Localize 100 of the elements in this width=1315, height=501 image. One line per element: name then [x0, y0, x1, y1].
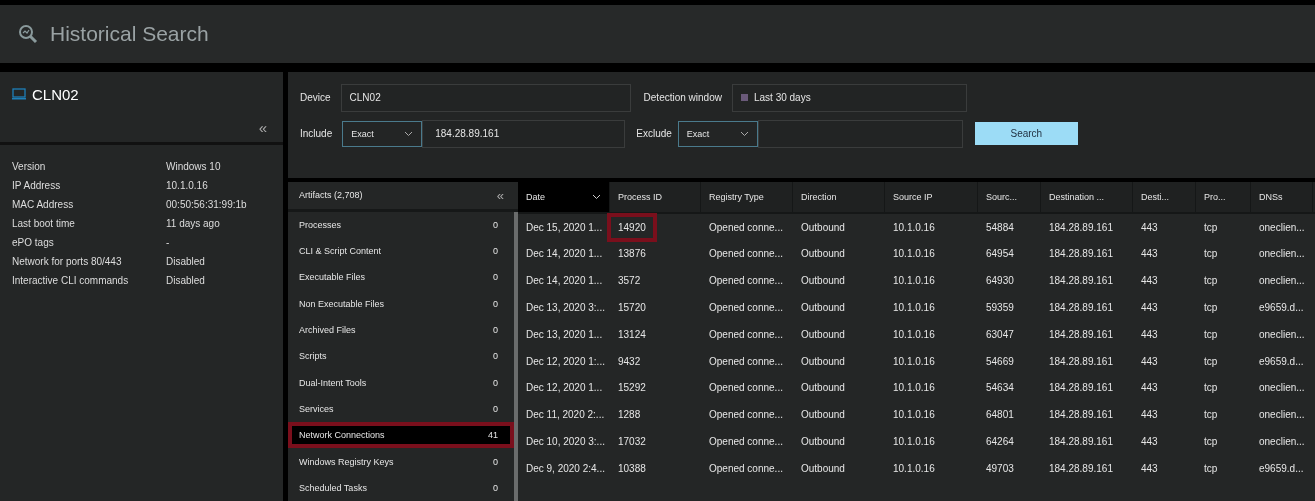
property-value: Disabled [166, 274, 206, 286]
property-value: 11 days ago [166, 217, 221, 229]
table-cell-text: Opened conne... [708, 327, 784, 342]
collapse-button[interactable]: « [258, 118, 267, 136]
table-cell-text: 184.28.89.161 [1048, 247, 1114, 262]
chevron-icon [404, 130, 414, 137]
table-cell-text: 63047 [985, 327, 1015, 342]
column-header[interactable]: Desti... [1133, 181, 1196, 212]
table-cell-text: 10.1.0.16 [892, 247, 936, 262]
table-cell-text: 54669 [985, 354, 1015, 369]
table-cell-text: oneclien... [1258, 247, 1306, 262]
table-cell-text: oneclien... [1258, 220, 1306, 235]
table-cell-text: tcp [1203, 354, 1219, 369]
laptop-icon [12, 88, 26, 101]
column-header[interactable]: Direction [793, 181, 885, 212]
table-cell-text: 64264 [985, 435, 1015, 449]
table-cell-text: Opened conne... [708, 435, 784, 449]
field-label: Include [300, 128, 333, 140]
column-header[interactable]: DNSs [1251, 181, 1313, 212]
table-cell-text: Opened conne... [708, 247, 784, 262]
table-cell-text: Opened conne... [708, 274, 784, 289]
artifact-item[interactable]: Executable Files 0 [288, 264, 514, 291]
artifact-item[interactable]: Windows Registry Keys 0 [288, 448, 514, 475]
table-cell-text: tcp [1203, 461, 1219, 476]
property-value: 00:50:56:31:99:1b [166, 198, 248, 210]
table-cell-text: 184.28.89.161 [1048, 301, 1114, 315]
table-cell-text: 9432 [617, 354, 642, 369]
property-label: Last boot time [12, 217, 76, 229]
table-cell-text: 10.1.0.16 [892, 301, 936, 315]
collapse-button[interactable]: « [496, 187, 504, 203]
table-cell-text: Opened conne... [708, 220, 784, 235]
table-cell-text: oneclien... [1258, 327, 1306, 342]
table-cell-text: Outbound [800, 327, 846, 342]
table-cell-text: Dec 15, 2020 1... [525, 220, 604, 235]
table-cell-text: tcp [1203, 301, 1219, 315]
column-header[interactable]: Source IP [885, 181, 978, 212]
table-cell-text: tcp [1203, 408, 1219, 423]
field-label: Detection window [643, 92, 722, 104]
table-cell-text: 184.28.89.161 [1048, 274, 1114, 289]
table-cell-text: e9659.d... [1258, 301, 1305, 315]
include-field[interactable]: 184.28.89.161 [422, 119, 626, 148]
table-cell-text: 10.1.0.16 [892, 435, 936, 449]
chevron-icon [739, 130, 749, 137]
table-cell-text: Opened conne... [708, 354, 784, 369]
match-dropdown[interactable]: Exact [342, 120, 423, 147]
artifact-item[interactable]: Processes 0 [288, 211, 514, 239]
artifact-item[interactable]: Network Connections 41 [288, 422, 514, 449]
column-header[interactable]: Date [518, 181, 610, 212]
table-cell-text: Dec 12, 2020 1:... [525, 354, 606, 369]
table-cell-text: 10.1.0.16 [892, 461, 936, 476]
search-button[interactable]: Search [974, 122, 1078, 146]
table-cell-text: 184.28.89.161 [1048, 354, 1114, 369]
table-cell-text: Dec 13, 2020 3:... [525, 301, 606, 315]
column-header[interactable]: Destination ... [1041, 181, 1133, 212]
artifact-item[interactable]: CLI & Script Content 0 [288, 238, 514, 265]
artifact-item[interactable]: Scripts 0 [288, 343, 514, 370]
date-range-field[interactable]: Last 30 days [731, 83, 967, 112]
table-cell-text: tcp [1203, 247, 1219, 262]
table-cell-text: 10.1.0.16 [892, 408, 936, 423]
device-field[interactable]: CLN02 [340, 83, 631, 112]
table-cell-text: 10.1.0.16 [892, 220, 936, 235]
table-cell-text: Dec 12, 2020 1... [525, 381, 604, 396]
table-cell-text: Dec 14, 2020 1... [525, 247, 604, 262]
table-cell-text: 64801 [985, 408, 1015, 423]
table-cell-text: Dec 10, 2020 3:... [525, 435, 606, 449]
table-cell-text: 15720 [617, 301, 647, 315]
artifact-item[interactable]: Dual-Intent Tools 0 [288, 369, 514, 396]
property-label: IP Address [12, 179, 62, 191]
table-cell-text: 184.28.89.161 [1048, 327, 1114, 342]
artifact-item[interactable]: Scheduled Tasks 0 [288, 474, 514, 501]
table-cell-text: Outbound [800, 274, 846, 289]
property-label: Version [12, 160, 47, 172]
table-cell-text: 10.1.0.16 [892, 381, 936, 396]
table-cell-text: Outbound [800, 247, 846, 262]
table-cell-text: 64930 [985, 274, 1015, 289]
artifact-item[interactable]: Non Executable Files 0 [288, 290, 514, 317]
table-cell-text: oneclien... [1258, 435, 1306, 449]
property-label: Network for ports 80/443 [12, 255, 123, 267]
table-cell-text: Dec 9, 2020 2:4... [525, 461, 606, 476]
table-cell-text: 64954 [985, 247, 1015, 262]
table-cell-text: e9659.d... [1258, 354, 1305, 369]
property-value: - [166, 236, 171, 248]
table-cell-text: 443 [1140, 354, 1159, 369]
table-cell-text: Opened conne... [708, 408, 784, 423]
property-label: ePO tags [12, 236, 55, 248]
match-dropdown[interactable]: Exact [677, 120, 758, 147]
table-cell-text: Outbound [800, 381, 846, 396]
column-header[interactable]: Registry Type [701, 181, 793, 212]
table-cell-text: 17032 [617, 435, 647, 449]
column-header[interactable]: Sourc... [978, 181, 1041, 212]
table-cell-text: 10.1.0.16 [892, 274, 936, 289]
column-header[interactable]: Pro... [1196, 181, 1251, 212]
column-header[interactable]: Process ID [610, 181, 701, 212]
table-cell-text: 184.28.89.161 [1048, 408, 1114, 423]
artifact-item[interactable]: Services 0 [288, 395, 514, 423]
artifact-item[interactable]: Archived Files 0 [288, 316, 514, 344]
table-cell-text: 184.28.89.161 [1048, 381, 1114, 396]
table-cell-text: 443 [1140, 461, 1159, 476]
exclude-field[interactable] [757, 119, 963, 148]
table-cell-text: 443 [1140, 301, 1159, 315]
